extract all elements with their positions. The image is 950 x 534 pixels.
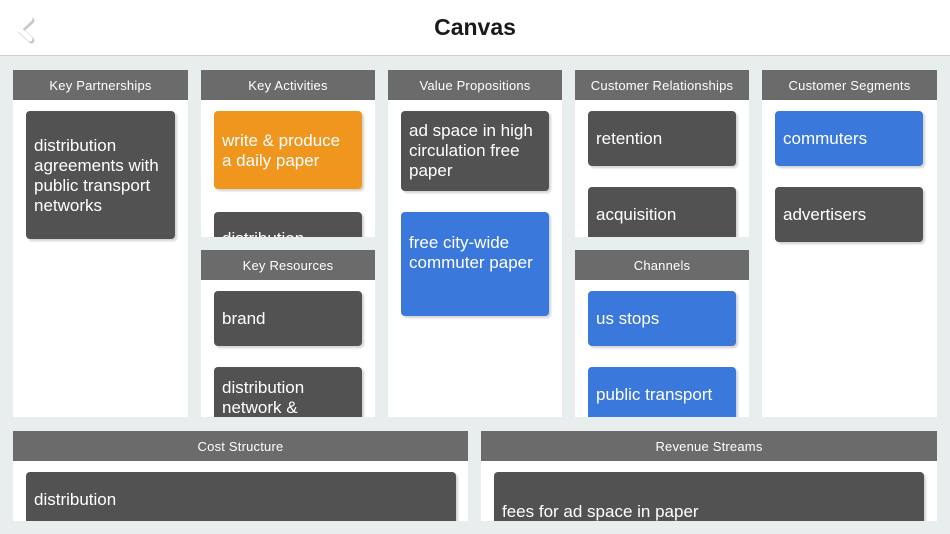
section-header: Value Propositions	[388, 70, 562, 100]
card-text: public transport	[596, 385, 713, 404]
section-channels: Channels us stops public transport	[575, 250, 749, 417]
top-bar: Canvas	[0, 0, 950, 56]
section-customer-segments: Customer Segments commuters advertisers	[762, 70, 937, 417]
card[interactable]: retention	[588, 111, 736, 166]
section-header: Cost Structure	[13, 431, 468, 461]
card-text: brand	[222, 308, 266, 328]
card-text: acquisition	[596, 205, 677, 224]
card[interactable]: distribution	[214, 212, 362, 237]
card[interactable]: distribution network &	[214, 367, 362, 417]
card[interactable]: brand	[214, 291, 362, 346]
card[interactable]: us stops	[588, 291, 736, 346]
section-header: Key Activities	[201, 70, 375, 100]
section-value-propositions: Value Propositions ad space in high circ…	[388, 70, 562, 417]
section-cost-structure: Cost Structure distribution	[13, 431, 468, 521]
section-header: Key Partnerships	[13, 70, 188, 100]
card[interactable]: free city-wide commuter paper	[401, 212, 549, 316]
section-header: Key Resources	[201, 250, 375, 280]
card-text: distribution	[34, 490, 117, 509]
section-header: Customer Relationships	[575, 70, 749, 100]
card-text: commuters	[783, 128, 868, 148]
card-text: distribution network &	[222, 378, 305, 417]
card-text: advertisers	[783, 204, 867, 224]
card[interactable]: advertisers	[775, 187, 923, 242]
card-text: write & produce a daily paper	[222, 131, 341, 170]
section-key-partnerships: Key Partnerships distribution agreements…	[13, 70, 188, 417]
section-revenue-streams: Revenue Streams fees for ad space in pap…	[481, 431, 937, 521]
card[interactable]: commuters	[775, 111, 923, 166]
section-header: Revenue Streams	[481, 431, 937, 461]
card-text: us stops	[596, 308, 660, 328]
card-text: retention	[596, 128, 663, 148]
card-text: distribution agreements with public tran…	[34, 136, 159, 215]
page-title: Canvas	[434, 14, 516, 40]
card-text: ad space in high circulation free paper	[409, 121, 533, 180]
card[interactable]: distribution agreements with public tran…	[26, 111, 175, 239]
card-text: fees for ad space in paper	[502, 502, 699, 521]
card-text: distribution	[222, 229, 304, 237]
section-key-activities: Key Activities write & produce a daily p…	[201, 70, 375, 237]
section-customer-relationships: Customer Relationships retention acquisi…	[575, 70, 749, 237]
section-header: Channels	[575, 250, 749, 280]
section-header: Customer Segments	[762, 70, 937, 100]
card[interactable]: fees for ad space in paper	[494, 472, 924, 521]
card[interactable]: distribution	[26, 472, 456, 521]
card[interactable]: ad space in high circulation free paper	[401, 111, 549, 191]
card-text: free city-wide commuter paper	[409, 233, 533, 272]
card[interactable]: public transport	[588, 367, 736, 417]
card[interactable]: write & produce a daily paper	[214, 111, 362, 189]
section-key-resources: Key Resources brand distribution network…	[201, 250, 375, 417]
card[interactable]: acquisition	[588, 187, 736, 237]
